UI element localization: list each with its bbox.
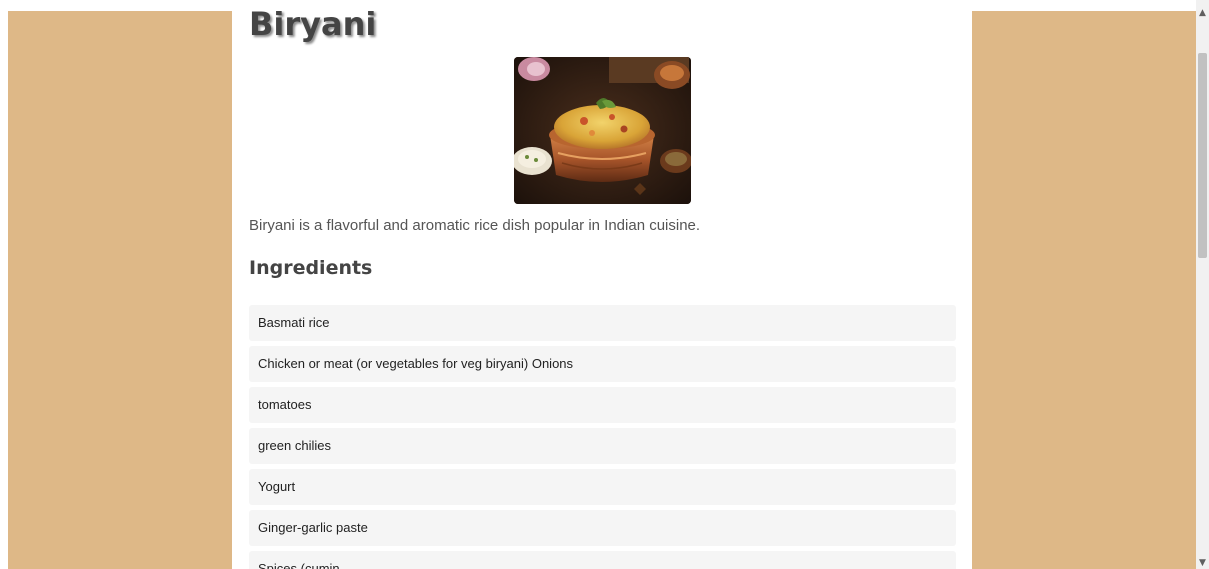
ingredient-item: green chilies [249, 428, 956, 464]
ingredients-list: Basmati rice Chicken or meat (or vegetab… [249, 305, 956, 569]
recipe-description: Biryani is a flavorful and aromatic rice… [249, 217, 701, 234]
ingredient-item: Basmati rice [249, 305, 956, 341]
biryani-photo [514, 57, 691, 204]
vertical-scrollbar[interactable]: ▲ ▼ [1196, 0, 1209, 569]
recipe-card: Biryani Biryani is a flavorful and aroma… [232, 11, 972, 569]
ingredients-heading: Ingredients [249, 257, 373, 279]
ingredient-item: Yogurt [249, 469, 956, 505]
scrollbar-thumb[interactable] [1198, 53, 1207, 258]
ingredient-item: Chicken or meat (or vegetables for veg b… [249, 346, 956, 382]
recipe-title: Biryani [249, 11, 377, 43]
chevron-up-icon[interactable]: ▲ [1196, 6, 1209, 20]
ingredient-item: Spices (cumin [249, 551, 956, 569]
ingredient-item: Ginger-garlic paste [249, 510, 956, 546]
chevron-down-icon[interactable]: ▼ [1196, 556, 1209, 569]
ingredient-item: tomatoes [249, 387, 956, 423]
browser-viewport: Biryani Biryani is a flavorful and aroma… [0, 0, 1209, 569]
